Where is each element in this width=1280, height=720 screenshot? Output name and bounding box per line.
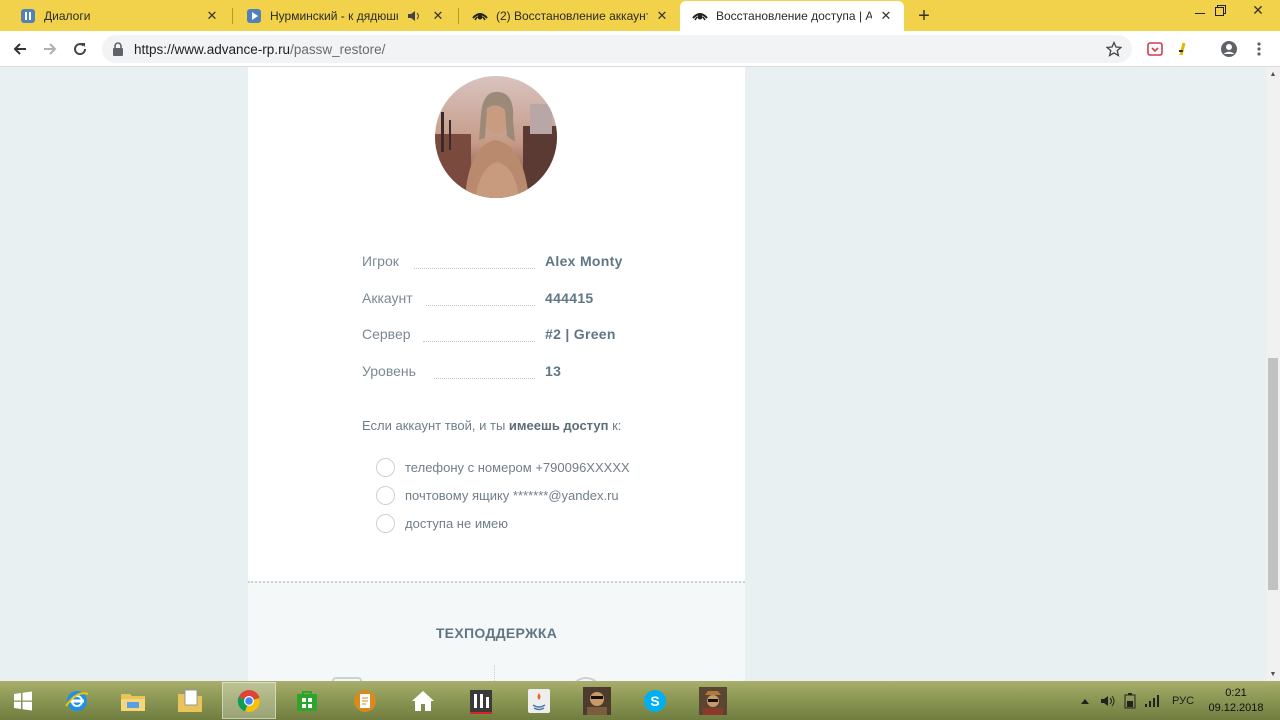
access-question: Если аккаунт твой, и ты имеешь доступ к: (362, 418, 621, 433)
advance-logo-icon (472, 8, 488, 24)
radio-button[interactable] (376, 513, 395, 533)
java-icon[interactable] (512, 682, 566, 719)
skype-icon[interactable]: S (628, 682, 682, 719)
info-label: Сервер (362, 326, 411, 342)
scroll-up-arrow[interactable]: ▲ (1266, 67, 1280, 81)
back-button[interactable] (8, 37, 32, 61)
tab-title: (2) Восстановление аккаунтов(7 (496, 9, 648, 23)
url-host: https://www.advance-rp.ru (134, 41, 291, 57)
close-tab-icon[interactable]: ✕ (654, 8, 670, 24)
info-value-account: 444415 (545, 290, 594, 306)
info-label: Игрок (362, 253, 399, 269)
clock-date: 09.12.2018 (1208, 702, 1264, 714)
profile-avatar-icon[interactable] (1220, 40, 1238, 58)
scroll-down-arrow[interactable]: ▼ (1266, 667, 1280, 681)
tab-title: Восстановление доступа | Advance (716, 9, 872, 23)
player-avatar (435, 76, 557, 198)
option-phone[interactable]: телефону с номером +790096XXXXX (376, 457, 630, 477)
battery-icon[interactable] (1124, 681, 1136, 720)
info-row-level: Уровень 13 (362, 363, 632, 383)
vk-icon (20, 8, 36, 24)
close-tab-icon[interactable]: ✕ (878, 8, 894, 24)
close-tab-icon[interactable]: ✕ (430, 8, 446, 24)
windows-taskbar: S РУС 0:21 09.12.2018 (0, 681, 1280, 720)
internet-explorer-icon[interactable] (50, 682, 104, 719)
store-icon[interactable] (280, 682, 334, 719)
info-value-server: #2 | Green (545, 326, 616, 342)
notes-app-icon[interactable] (338, 682, 392, 719)
page-viewport: Игрок Alex Monty Аккаунт 444415 Сервер #… (0, 67, 1266, 681)
advance-logo-icon (692, 8, 708, 24)
dotted-leader (414, 268, 535, 269)
url-path: /passw_restore/ (290, 41, 386, 57)
tab-title: Нурминский - к дядюшке (270, 9, 398, 23)
option-label: телефону с номером +790096XXXXX (405, 459, 630, 475)
info-value-player: Alex Monty (545, 253, 623, 269)
new-tab-button[interactable]: + (912, 4, 936, 28)
info-value-level: 13 (545, 363, 562, 379)
question-prefix: Если аккаунт твой, и ты (362, 418, 509, 433)
support-title: ТЕХПОДДЕРЖКА (435, 625, 558, 641)
reload-button[interactable] (68, 37, 92, 61)
forward-button[interactable] (38, 37, 62, 61)
question-bold: имеешь доступ (508, 418, 609, 433)
gta-samp-icon[interactable] (686, 682, 740, 719)
chrome-icon[interactable] (222, 682, 276, 719)
restore-card: Игрок Alex Monty Аккаунт 444415 Сервер #… (248, 67, 745, 581)
dotted-leader (434, 378, 535, 379)
info-row-server: Сервер #2 | Green (362, 326, 632, 346)
speaker-icon[interactable] (404, 8, 424, 24)
radio-button[interactable] (376, 457, 395, 477)
info-label: Уровень (362, 363, 416, 379)
yandex-extension-icon[interactable] (1174, 40, 1192, 58)
lock-icon (112, 42, 126, 56)
support-section: ТЕХПОДДЕРЖКА (248, 581, 745, 681)
dotted-leader (423, 341, 535, 342)
files-icon[interactable] (163, 682, 217, 719)
tab-restore-forum[interactable]: (2) Восстановление аккаунтов(7 ✕ (460, 1, 680, 31)
close-window-button[interactable]: ✕ (1236, 0, 1280, 20)
menu-icon[interactable] (1250, 40, 1268, 58)
volume-icon[interactable] (1100, 681, 1116, 720)
scrollbar-thumb[interactable] (1268, 358, 1278, 590)
tab-restore-access[interactable]: Восстановление доступа | Advance ✕ (680, 1, 904, 31)
home-icon[interactable] (396, 682, 450, 719)
winamp-icon[interactable] (454, 682, 508, 719)
tab-divider (458, 8, 459, 24)
tab-strip: Диалоги ✕ Нурминский - к дядюшке ✕ (2) В… (0, 0, 1280, 31)
page-scrollbar[interactable]: ▲ ▼ (1266, 67, 1280, 681)
radio-button[interactable] (376, 485, 395, 505)
close-tab-icon[interactable]: ✕ (204, 8, 220, 24)
info-row-account: Аккаунт 444415 (362, 290, 632, 310)
question-suffix: к: (608, 418, 622, 433)
start-button[interactable] (0, 682, 46, 719)
tab-dialogs[interactable]: Диалоги ✕ (8, 1, 230, 31)
show-hidden-icons-button[interactable] (1080, 681, 1090, 720)
browser-toolbar: https://www.advance-rp.ru/passw_restore/ (0, 31, 1280, 67)
input-language-indicator[interactable]: РУС (1172, 681, 1194, 720)
option-no-access[interactable]: доступа не имею (376, 513, 508, 533)
tab-divider (232, 8, 233, 24)
pocket-extension-icon[interactable] (1146, 40, 1164, 58)
svg-text:S: S (650, 693, 659, 709)
file-explorer-icon[interactable] (106, 682, 160, 719)
info-label: Аккаунт (362, 290, 413, 306)
clock-time: 0:21 (1225, 687, 1247, 699)
info-row-player: Игрок Alex Monty (362, 253, 632, 273)
option-label: почтовому ящику *******@yandex.ru (405, 487, 619, 503)
option-email[interactable]: почтовому ящику *******@yandex.ru (376, 485, 619, 505)
game-launcher-icon[interactable] (570, 682, 624, 719)
tab-music[interactable]: Нурминский - к дядюшке ✕ (234, 1, 456, 31)
system-clock[interactable]: 0:21 09.12.2018 (1200, 686, 1272, 716)
dotted-leader (426, 305, 535, 306)
option-label: доступа не имею (405, 515, 508, 531)
network-signal-icon[interactable] (1144, 681, 1160, 720)
vk-video-icon (246, 8, 262, 24)
restore-window-button[interactable] (1200, 0, 1240, 20)
address-bar[interactable]: https://www.advance-rp.ru/passw_restore/ (102, 35, 1132, 63)
bookmark-star-icon[interactable] (1105, 40, 1123, 57)
tab-title: Диалоги (44, 9, 91, 23)
support-divider (494, 665, 495, 681)
